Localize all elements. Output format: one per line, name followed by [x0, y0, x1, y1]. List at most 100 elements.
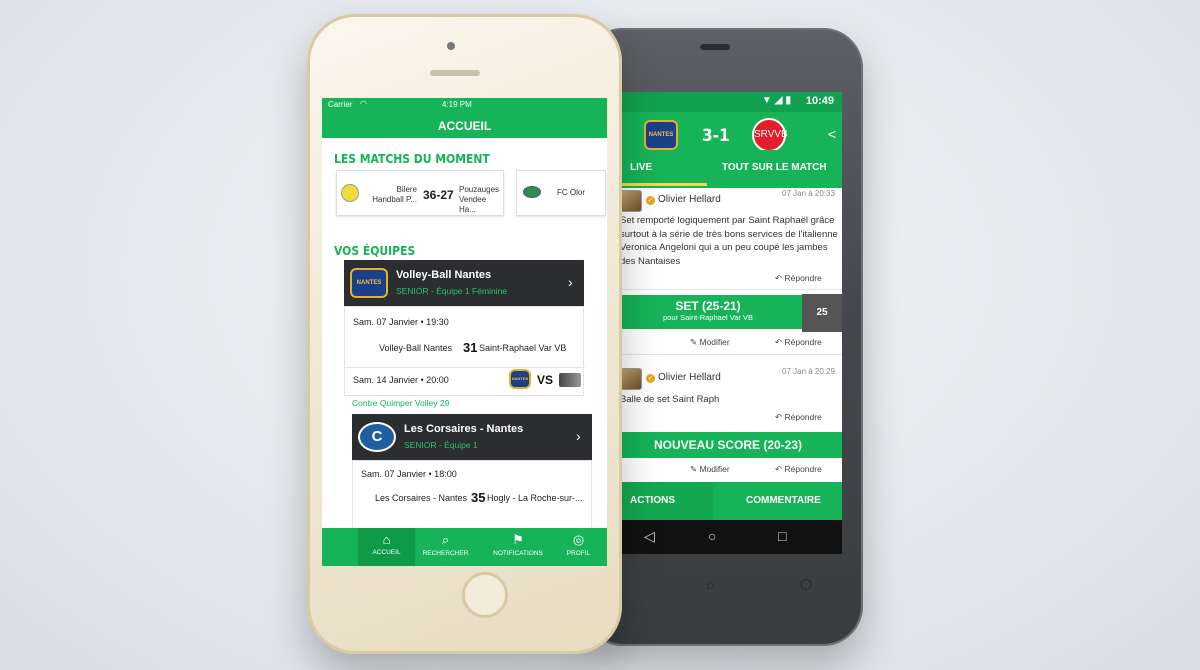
score-event-banner: NOUVEAU SCORE (20-23) — [614, 432, 842, 458]
verified-icon: ✓ — [646, 374, 655, 383]
android-speaker — [700, 44, 730, 50]
reply-label: Répondre — [784, 337, 822, 347]
last-match-home: Les Corsaires - Nantes — [375, 493, 468, 503]
wifi-icon: ◠ — [360, 99, 367, 108]
team-name: Volley-Ball Nantes — [396, 269, 492, 281]
status-time: 4:19 PM — [442, 100, 472, 109]
reply-button[interactable]: ↶ Répondre — [775, 464, 822, 475]
search-icon: ⌕ — [441, 532, 450, 547]
team-name: Les Corsaires - Nantes — [404, 423, 524, 435]
post-text: Set remporté logiquement par Saint Rapha… — [620, 215, 838, 267]
signal-battery-icons: ▼◢▮ — [761, 95, 794, 106]
reply-label: Répondre — [784, 464, 822, 474]
team-logo: C — [358, 422, 396, 452]
android-back-key: ⌂ — [706, 576, 715, 592]
divider — [592, 289, 842, 290]
home-icon: ⌂ — [382, 532, 391, 547]
section-title-matches: LES MATCHS DU MOMENT — [334, 152, 490, 166]
reply-button[interactable]: ↶ Répondre — [775, 337, 822, 348]
tab-profil[interactable]: ◎ PROFIL — [550, 528, 607, 566]
comment-label: COMMENTAIRE — [746, 495, 821, 506]
divider — [592, 354, 842, 355]
iphone-screen: Carrier ◠ 4:19 PM ACCUEIL LES MATCHS DU … — [322, 98, 607, 566]
versus-label: VS — [537, 373, 554, 387]
score-event-title: NOUVEAU SCORE (20-23) — [653, 438, 803, 452]
actions-label: ACTIONS — [630, 495, 675, 506]
post-author: Olivier Hellard — [658, 194, 721, 205]
chevron-right-icon: › — [576, 428, 581, 444]
tab-bar: ⌂ ACCUEIL ⌕ RECHERCHER ⚑ NOTIFICATIONS ◎… — [322, 528, 607, 566]
home-team-logo: NANTES — [644, 120, 678, 150]
away-team-logo: SRVVB — [752, 118, 788, 152]
team-header[interactable]: NANTES Volley-Ball Nantes SENIOR - Équip… — [344, 260, 584, 306]
section-title-teams: VOS ÉQUIPES — [334, 244, 416, 258]
match-score: 36-27 — [423, 188, 454, 202]
ios-status-bar: Carrier ◠ 4:19 PM — [322, 98, 607, 112]
home-button[interactable] — [462, 572, 508, 618]
edit-button[interactable]: ✎ Modifier — [690, 464, 730, 475]
tab-label: PROFIL — [566, 550, 591, 557]
match-score: 3-1 — [702, 126, 730, 146]
opponent-logo — [559, 373, 581, 387]
nav-recent-icon[interactable]: □ — [778, 528, 786, 544]
last-match-score: 35 — [471, 490, 486, 505]
team-header[interactable]: C Les Corsaires - Nantes SENIOR - Équipe… — [352, 414, 592, 460]
tab-label: ACCUEIL — [372, 549, 401, 556]
tab-notifications[interactable]: ⚑ NOTIFICATIONS — [486, 528, 550, 566]
carrier-label: Carrier — [328, 100, 353, 109]
flag-icon: ⚑ — [512, 532, 524, 547]
home-team: Bilere Handball P... — [372, 185, 417, 204]
set-title: SET (25-21) — [675, 299, 741, 313]
front-camera — [447, 42, 455, 50]
tab-accueil[interactable]: ⌂ ACCUEIL — [358, 528, 415, 566]
status-time: 10:49 — [805, 95, 834, 107]
match-card[interactable]: FC Olor — [516, 170, 606, 216]
chevron-right-icon: › — [568, 274, 573, 290]
nav-bar: ACCUEIL — [322, 112, 607, 138]
tab-tout-sur-le-match[interactable]: TOUT SUR LE MATCH — [722, 162, 827, 173]
team-logo: NANTES — [509, 369, 531, 389]
reply-button[interactable]: ↶ Répondre — [775, 273, 822, 284]
rugby-ball-icon — [523, 186, 541, 198]
nav-back-icon[interactable]: ◁ — [644, 528, 655, 545]
tab-label: NOTIFICATIONS — [493, 550, 543, 557]
android-home-key: ⬡ — [800, 576, 813, 592]
next-match-date: Sam. 14 Janvier • 20:00 — [353, 375, 449, 385]
team-logo: NANTES — [350, 268, 388, 298]
comment-tab[interactable]: COMMENTAIRE — [714, 482, 842, 520]
last-match-score: 31 — [463, 340, 478, 355]
set-subtitle: pour Saint-Raphael Var VB — [663, 313, 753, 322]
divider — [345, 367, 585, 368]
edit-label: Modifier — [699, 337, 730, 347]
share-icon[interactable]: < — [828, 126, 836, 142]
team-category: SENIOR - Équipe 1 — [404, 440, 478, 450]
tab-live[interactable]: LIVE — [630, 162, 652, 173]
profile-icon: ◎ — [572, 532, 585, 547]
post-date: 07 Jan à 20:33 — [782, 189, 835, 198]
edit-label: Modifier — [699, 464, 730, 474]
away-team: Pouzauges Vendee Ha... — [459, 185, 500, 214]
team-category: SENIOR - Équipe 1 Féminine — [396, 286, 508, 296]
last-match-home: Volley-Ball Nantes — [379, 343, 453, 353]
next-opponent-link[interactable]: Contre Quimper Volley 29 — [352, 398, 449, 408]
match-tabs: LIVE TOUT SUR LE MATCH — [592, 150, 842, 188]
verified-icon: ✓ — [646, 196, 655, 205]
android-screen: ▼◢▮ 10:49 ← NANTES 3-1 SRVVB < LIVE TOUT… — [592, 92, 842, 554]
set-badge-icon: 25 — [802, 294, 842, 332]
tab-label: RECHERCHER — [422, 550, 469, 557]
avatar — [620, 368, 642, 390]
reply-button[interactable]: ↶ Répondre — [775, 412, 822, 423]
home-team: FC Olor — [557, 188, 585, 197]
nav-home-icon[interactable]: ○ — [708, 528, 716, 544]
team-matches: Sam. 07 Janvier • 19:30 Volley-Ball Nant… — [344, 306, 585, 396]
edit-button[interactable]: ✎ Modifier — [690, 337, 730, 348]
post-text: Balle de set Saint Raph — [620, 394, 720, 405]
tab-rechercher[interactable]: ⌕ RECHERCHER — [417, 528, 474, 566]
match-card[interactable]: Bilere Handball P... 36-27 Pouzauges Ven… — [336, 170, 504, 216]
last-match-date: Sam. 07 Janvier • 19:30 — [353, 317, 449, 327]
last-match-date: Sam. 07 Janvier • 18:00 — [361, 469, 457, 479]
avatar — [620, 190, 642, 212]
page-title: ACCUEIL — [437, 119, 492, 133]
post-author: Olivier Hellard — [658, 372, 721, 383]
handball-icon — [341, 184, 359, 202]
